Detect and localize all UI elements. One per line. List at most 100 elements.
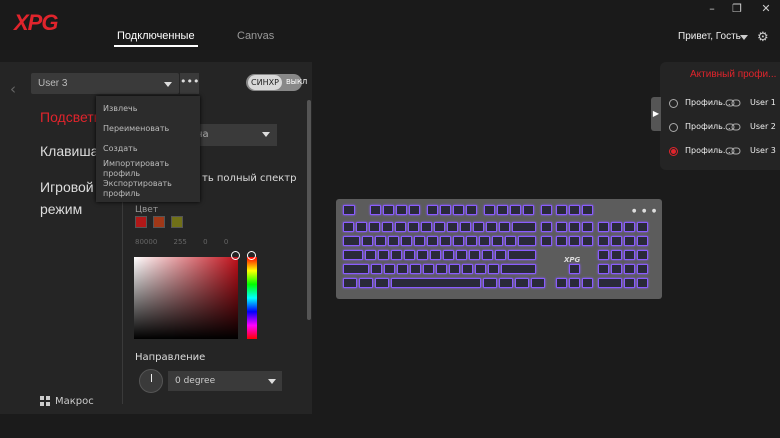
keyboard-key[interactable] bbox=[556, 278, 567, 288]
keyboard-key[interactable] bbox=[598, 222, 609, 232]
red-input[interactable]: 255 bbox=[174, 238, 187, 246]
hue-slider[interactable] bbox=[247, 257, 257, 339]
keyboard-key[interactable] bbox=[410, 264, 421, 274]
keyboard-key[interactable] bbox=[569, 264, 580, 274]
keyboard-key[interactable] bbox=[569, 222, 580, 232]
keyboard-key[interactable] bbox=[369, 222, 380, 232]
green-input[interactable]: 0 bbox=[203, 238, 207, 246]
more-button[interactable]: ••• bbox=[180, 73, 199, 94]
chevron-down-icon[interactable] bbox=[268, 379, 276, 384]
keyboard-key[interactable] bbox=[484, 205, 495, 215]
color-swatch[interactable] bbox=[171, 216, 183, 228]
keyboard-key[interactable] bbox=[486, 222, 497, 232]
sync-off-label[interactable]: ВЫКЛ bbox=[286, 78, 307, 86]
keyboard-key[interactable] bbox=[611, 250, 622, 260]
keyboard-key[interactable] bbox=[469, 250, 480, 260]
keyboard-key[interactable] bbox=[611, 236, 622, 246]
keyboard-key[interactable] bbox=[482, 250, 493, 260]
keyboard-key[interactable] bbox=[512, 222, 536, 232]
profile-radio[interactable] bbox=[669, 123, 678, 132]
back-arrow-icon[interactable]: ‹ bbox=[10, 80, 16, 98]
keyboard-key[interactable] bbox=[473, 222, 484, 232]
keyboard-key[interactable] bbox=[456, 250, 467, 260]
keyboard-key[interactable] bbox=[479, 236, 490, 246]
menu-item-rename[interactable]: Переименовать bbox=[103, 124, 193, 134]
keyboard-key[interactable] bbox=[582, 222, 593, 232]
category-keys[interactable]: Клавиша bbox=[40, 143, 98, 159]
keyboard-key[interactable] bbox=[637, 222, 648, 232]
keyboard-key[interactable] bbox=[624, 236, 635, 246]
keyboard-key[interactable] bbox=[460, 222, 471, 232]
keyboard-key[interactable] bbox=[423, 264, 434, 274]
keyboard-key[interactable] bbox=[391, 250, 402, 260]
keyboard-key[interactable] bbox=[611, 264, 622, 274]
keyboard-key[interactable] bbox=[556, 222, 567, 232]
link-icon[interactable] bbox=[725, 99, 741, 107]
direction-dial[interactable] bbox=[139, 369, 163, 393]
keyboard-key[interactable] bbox=[523, 205, 534, 215]
keyboard-key[interactable] bbox=[541, 236, 552, 246]
keyboard-key[interactable] bbox=[440, 205, 451, 215]
keyboard-key[interactable] bbox=[569, 205, 580, 215]
sync-on-label[interactable]: СИНХР bbox=[248, 75, 282, 90]
maximize-button[interactable]: ❐ bbox=[730, 2, 744, 15]
keyboard-key[interactable] bbox=[414, 236, 425, 246]
keyboard-key[interactable] bbox=[430, 250, 441, 260]
keyboard-key[interactable] bbox=[495, 250, 506, 260]
keyboard-key[interactable] bbox=[408, 222, 419, 232]
keyboard-key[interactable] bbox=[611, 222, 622, 232]
menu-item-create[interactable]: Создать bbox=[103, 144, 193, 154]
keyboard-key[interactable] bbox=[531, 278, 545, 288]
link-icon[interactable] bbox=[725, 147, 741, 155]
keyboard-key[interactable] bbox=[624, 278, 635, 288]
keyboard-key[interactable] bbox=[434, 222, 445, 232]
keyboard-key[interactable] bbox=[440, 236, 451, 246]
hue-slider-handle[interactable] bbox=[247, 251, 256, 260]
keyboard-key[interactable] bbox=[598, 236, 609, 246]
keyboard-key[interactable] bbox=[382, 222, 393, 232]
keyboard-key[interactable] bbox=[356, 222, 367, 232]
color-picker[interactable] bbox=[134, 257, 238, 339]
keyboard-key[interactable] bbox=[343, 264, 369, 274]
keyboard-key[interactable] bbox=[427, 236, 438, 246]
close-button[interactable]: ✕ bbox=[759, 2, 773, 15]
color-picker-handle[interactable] bbox=[231, 251, 240, 260]
keyboard-key[interactable] bbox=[497, 205, 508, 215]
keyboard-key[interactable] bbox=[483, 278, 497, 288]
keyboard-key[interactable] bbox=[417, 250, 428, 260]
keyboard-key[interactable] bbox=[624, 222, 635, 232]
user-greeting[interactable]: Привет, Гость bbox=[678, 31, 741, 42]
menu-item-export[interactable]: Экспортировать профиль bbox=[103, 179, 193, 199]
keyboard-key[interactable] bbox=[466, 205, 477, 215]
keyboard-key[interactable] bbox=[443, 250, 454, 260]
keyboard-key[interactable] bbox=[637, 264, 648, 274]
menu-item-extract[interactable]: Извлечь bbox=[103, 104, 193, 114]
keyboard-key[interactable] bbox=[421, 222, 432, 232]
keyboard-key[interactable] bbox=[488, 264, 499, 274]
keyboard-key[interactable] bbox=[370, 205, 381, 215]
profile-radio[interactable] bbox=[669, 99, 678, 108]
full-spectrum-label[interactable]: ть полный спектр bbox=[202, 173, 296, 184]
keyboard-key[interactable] bbox=[556, 205, 567, 215]
keyboard-key[interactable] bbox=[449, 264, 460, 274]
keyboard-key[interactable] bbox=[499, 278, 513, 288]
keyboard-key[interactable] bbox=[582, 278, 593, 288]
keyboard-key[interactable] bbox=[598, 250, 609, 260]
keyboard-key[interactable] bbox=[427, 205, 438, 215]
keyboard-key[interactable] bbox=[466, 236, 477, 246]
menu-item-import[interactable]: Импортировать профиль bbox=[103, 159, 193, 179]
chevron-down-icon[interactable] bbox=[262, 132, 270, 137]
keyboard-key[interactable] bbox=[384, 264, 395, 274]
keyboard-key[interactable] bbox=[375, 278, 389, 288]
keyboard-key[interactable] bbox=[624, 264, 635, 274]
keyboard-key[interactable] bbox=[401, 236, 412, 246]
keyboard-key[interactable] bbox=[462, 264, 473, 274]
keyboard-key[interactable] bbox=[582, 205, 593, 215]
category-macro[interactable]: Макрос bbox=[55, 396, 94, 407]
tab-canvas[interactable]: Canvas bbox=[237, 30, 274, 42]
keyboard-key[interactable] bbox=[541, 222, 552, 232]
keyboard-key[interactable] bbox=[637, 236, 648, 246]
minimize-button[interactable]: – bbox=[705, 2, 719, 15]
keyboard-key[interactable] bbox=[343, 278, 357, 288]
color-values[interactable]: 80000 255 0 0 bbox=[135, 238, 255, 246]
